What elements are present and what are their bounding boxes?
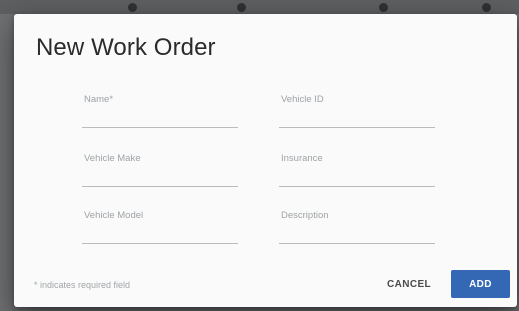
background-icon [482, 3, 491, 12]
vehicle-model-input[interactable] [82, 226, 238, 244]
background-icon [379, 3, 388, 12]
description-label: Description [281, 210, 329, 221]
description-field: Description [279, 210, 435, 244]
name-field: Name* [82, 94, 238, 128]
name-input[interactable] [82, 110, 238, 128]
cancel-button[interactable]: CANCEL [378, 270, 440, 298]
new-work-order-dialog: New Work Order Name* Vehicle ID Vehicle … [14, 14, 517, 307]
vehicle-id-input[interactable] [279, 110, 435, 128]
vehicle-id-field: Vehicle ID [279, 94, 435, 128]
add-button[interactable]: ADD [451, 270, 510, 298]
vehicle-make-field: Vehicle Make [82, 153, 238, 187]
name-label: Name* [84, 94, 114, 105]
required-field-note: * indicates required field [34, 280, 131, 290]
background-icon [237, 3, 246, 12]
insurance-field: Insurance [279, 153, 435, 187]
vehicle-make-input[interactable] [82, 169, 238, 187]
vehicle-model-field: Vehicle Model [82, 210, 238, 244]
vehicle-make-label: Vehicle Make [84, 153, 141, 164]
insurance-label: Insurance [281, 153, 323, 164]
vehicle-id-label: Vehicle ID [281, 94, 324, 105]
background-icon [128, 3, 137, 12]
vehicle-model-label: Vehicle Model [84, 210, 144, 221]
dialog-title: New Work Order [36, 34, 216, 61]
insurance-input[interactable] [279, 169, 435, 187]
description-input[interactable] [279, 226, 435, 244]
background-toolbar [0, 0, 519, 14]
